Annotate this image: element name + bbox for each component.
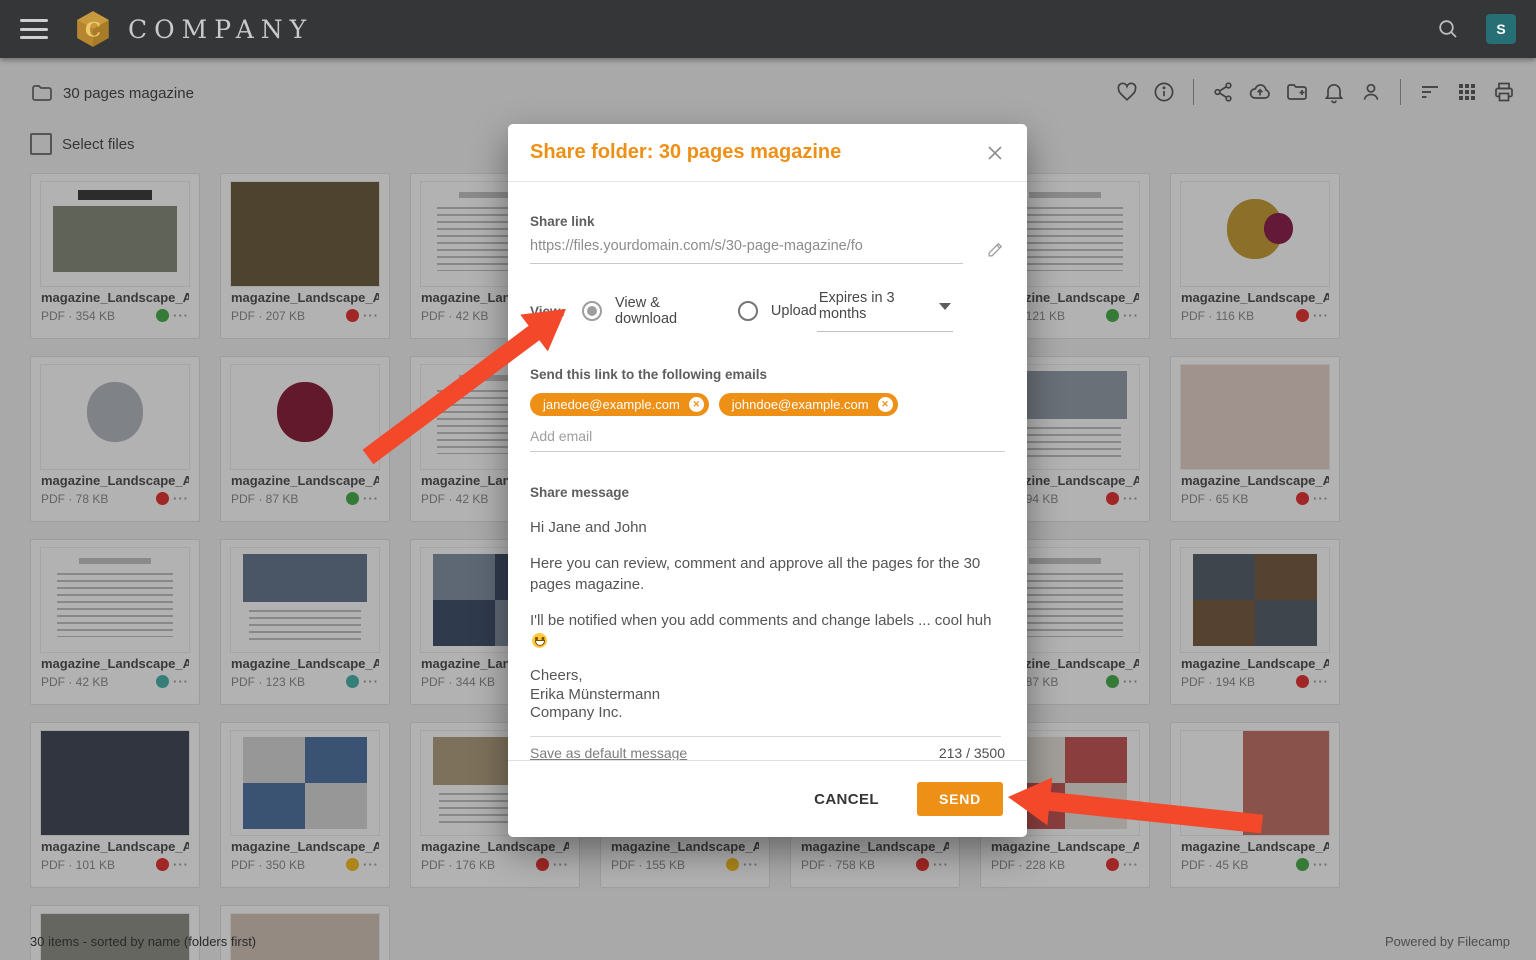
search-icon[interactable] — [1436, 17, 1460, 41]
email-chip: janedoe@example.com ✕ — [530, 393, 709, 416]
cancel-button[interactable]: CANCEL — [814, 791, 879, 808]
company-name: COMPANY — [128, 15, 313, 44]
user-avatar[interactable]: S — [1486, 14, 1516, 44]
share-link-value[interactable]: https://files.yourdomain.com/s/30-page-m… — [530, 238, 963, 264]
logo-hexagon-icon: C — [74, 9, 112, 49]
share-link-label: Share link — [530, 214, 1005, 229]
email-chip-label: janedoe@example.com — [543, 397, 680, 412]
send-button[interactable]: SEND — [917, 782, 1003, 816]
message-paragraph: Hi Jane and John — [530, 517, 1001, 538]
chevron-down-icon — [939, 303, 951, 310]
add-email-input[interactable] — [530, 420, 1005, 452]
radio-upload-label[interactable]: Upload — [771, 303, 817, 319]
radio-upload[interactable] — [738, 301, 758, 321]
hamburger-menu-icon[interactable] — [20, 19, 48, 39]
company-logo[interactable]: C — [74, 9, 112, 49]
radio-view-download[interactable] — [582, 301, 602, 321]
char-counter: 213 / 3500 — [939, 745, 1005, 761]
close-icon[interactable] — [985, 143, 1005, 163]
top-app-bar: C COMPANY S — [0, 0, 1536, 58]
radio-view-download-label[interactable]: View & download — [615, 295, 712, 327]
share-message-label: Share message — [530, 485, 1005, 500]
expires-value: Expires in 3 months — [819, 290, 927, 322]
email-chip-label: johndoe@example.com — [732, 397, 869, 412]
share-message-text[interactable]: Hi Jane and John Here you can review, com… — [530, 517, 1001, 737]
message-paragraph: I'll be notified when you add comments a… — [530, 610, 1001, 652]
message-paragraph: Erika Münstermann — [530, 686, 1001, 705]
message-paragraph: Here you can review, comment and approve… — [530, 553, 1001, 595]
expires-select[interactable]: Expires in 3 months — [817, 290, 953, 332]
email-chips: janedoe@example.com ✕ johndoe@example.com ✕ — [530, 393, 1005, 416]
app-window: C COMPANY S 30 pages magazine Select fil… — [0, 0, 1536, 960]
share-folder-dialog: Share folder: 30 pages magazine Share li… — [508, 124, 1027, 837]
svg-text:C: C — [85, 17, 101, 41]
remove-email-icon[interactable]: ✕ — [878, 397, 893, 412]
smiley-emoji — [532, 633, 547, 648]
edit-link-icon[interactable] — [986, 240, 1005, 259]
emails-label: Send this link to the following emails — [530, 367, 1005, 382]
remove-email-icon[interactable]: ✕ — [689, 397, 704, 412]
dialog-title: Share folder: 30 pages magazine — [530, 141, 841, 164]
save-default-link[interactable]: Save as default message — [530, 745, 687, 761]
view-label: View: — [530, 304, 565, 319]
message-paragraph: Cheers, — [530, 667, 1001, 686]
email-chip: johndoe@example.com ✕ — [719, 393, 898, 416]
message-paragraph: Company Inc. — [530, 704, 1001, 723]
